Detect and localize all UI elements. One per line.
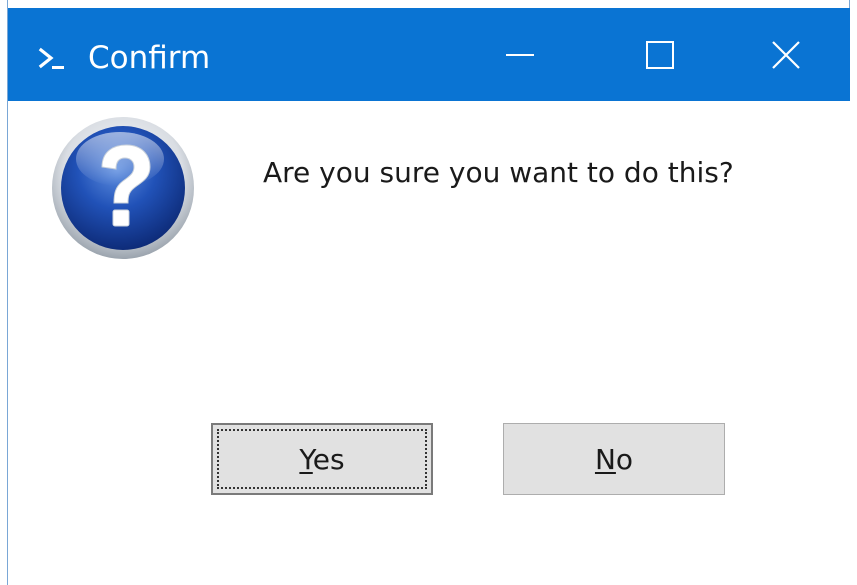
- window-right-border: [849, 0, 857, 585]
- minimize-icon: [506, 53, 534, 56]
- no-button-label: No: [594, 442, 634, 476]
- window-left-border: [0, 0, 8, 585]
- close-icon: [772, 40, 800, 69]
- no-button[interactable]: No: [503, 423, 725, 495]
- question-icon: [52, 117, 194, 259]
- title-bar[interactable]: Confirm: [8, 8, 850, 101]
- dialog-content: Are you sure you want to do this? Yes No: [8, 101, 850, 585]
- maximize-button[interactable]: [590, 8, 730, 101]
- dialog-message: Are you sure you want to do this?: [263, 156, 734, 189]
- close-button[interactable]: [722, 8, 850, 101]
- minimize-button[interactable]: [450, 8, 590, 101]
- yes-button[interactable]: Yes: [211, 423, 433, 495]
- yes-button-label: Yes: [299, 442, 345, 476]
- window-title: Confirm: [88, 40, 211, 76]
- maximize-icon: [646, 40, 674, 69]
- confirm-dialog-window: Confirm Are you sure you want to do this…: [0, 0, 857, 585]
- powershell-icon: [38, 47, 64, 69]
